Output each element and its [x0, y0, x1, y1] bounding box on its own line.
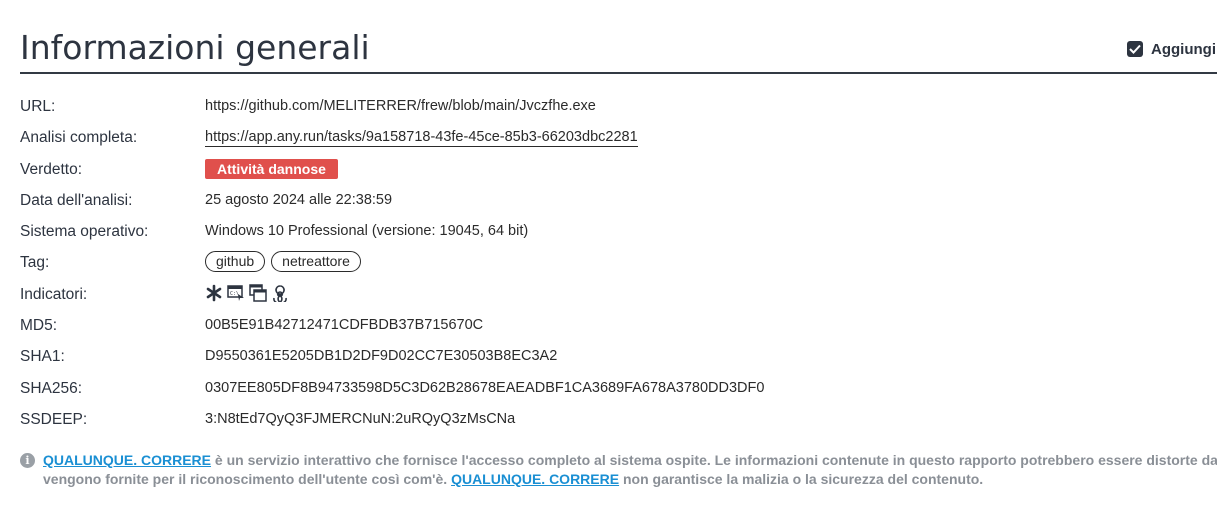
- anyrun-link-1[interactable]: QUALUNQUE. CORRERE: [43, 452, 211, 468]
- indicator-icons: C:\: [205, 284, 289, 302]
- anyrun-link-2[interactable]: QUALUNQUE. CORRERE: [451, 471, 619, 487]
- row-indicators: Indicatori: C:\: [20, 280, 1210, 311]
- row-sha1: SHA1: D9550361E5205DB1D2DF9D02CC7E30503B…: [20, 342, 1210, 373]
- row-verdict: Verdetto: Attività dannose: [20, 155, 1210, 186]
- row-ssdeep: SSDEEP: 3:N8tEd7QyQ3FJMERCNuN:2uRQyQ3zMs…: [20, 405, 1210, 436]
- biohazard-icon[interactable]: [271, 284, 289, 302]
- add-checkbox-label[interactable]: Aggiungi p: [1151, 41, 1217, 58]
- asterisk-icon[interactable]: [205, 284, 223, 302]
- checkbox-checked-icon[interactable]: [1127, 41, 1143, 57]
- indicators-label: Indicatori:: [20, 285, 88, 303]
- sha256-label: SHA256:: [20, 379, 83, 397]
- date-label: Data dell'analisi:: [20, 191, 133, 209]
- tags-label: Tag:: [20, 254, 50, 272]
- url-value: https://github.com/MELITERRER/frew/blob/…: [205, 98, 596, 114]
- svg-text:C:\: C:\: [230, 291, 239, 297]
- disclaimer-text-2: vengono fornite per il riconoscimento de…: [43, 471, 452, 487]
- ssdeep-value: 3:N8tEd7QyQ3FJMERCNuN:2uRQyQ3zMsCNa: [205, 410, 516, 427]
- analysis-link[interactable]: https://app.any.run/tasks/9a158718-43fe-…: [205, 129, 638, 148]
- sha256-value: 0307EE805DF8B94733598D5C3D62B28678EAEADB…: [205, 379, 765, 396]
- md5-label: MD5:: [20, 317, 58, 335]
- verdict-badge: Attività dannose: [205, 158, 338, 179]
- cmd-icon[interactable]: C:\: [227, 284, 245, 302]
- windows-icon[interactable]: [249, 284, 267, 302]
- analysis-label: Analisi completa:: [20, 129, 138, 147]
- add-checkbox-control[interactable]: Aggiungi p: [1127, 38, 1217, 60]
- disclaimer-text-3: non garantisce la malizia o la sicurezza…: [619, 471, 984, 487]
- disclaimer-line-2: vengono fornite per il riconoscimento de…: [43, 470, 983, 489]
- page-title: Informazioni generali: [20, 28, 370, 67]
- sha1-label: SHA1:: [20, 348, 65, 366]
- row-md5: MD5: 00B5E91B42712471CDFBDB37B715670C: [20, 311, 1210, 342]
- os-value: Windows 10 Professional (versione: 19045…: [205, 223, 529, 240]
- md5-value: 00B5E91B42712471CDFBDB37B715670C: [205, 317, 484, 334]
- tag-netreattore[interactable]: netreattore: [271, 251, 361, 273]
- row-analysis: Analisi completa: https://app.any.run/ta…: [20, 123, 1210, 154]
- row-date: Data dell'analisi: 25 agosto 2024 alle 2…: [20, 186, 1210, 217]
- row-tags: Tag: github netreattore: [20, 248, 1210, 279]
- info-table: URL: https://github.com/MELITERRER/frew/…: [20, 92, 1210, 436]
- date-value: 25 agosto 2024 alle 22:38:59: [205, 191, 393, 208]
- disclaimer-text-1: è un servizio interattivo che fornisce l…: [211, 452, 1217, 468]
- info-icon: i: [20, 453, 35, 468]
- row-os: Sistema operativo: Windows 10 Profession…: [20, 217, 1210, 248]
- tag-github[interactable]: github: [205, 251, 266, 273]
- section-header: Informazioni generali Aggiungi p: [20, 26, 1217, 74]
- url-label: URL:: [20, 98, 56, 115]
- row-url: URL: https://github.com/MELITERRER/frew/…: [20, 92, 1210, 123]
- ssdeep-label: SSDEEP:: [20, 410, 88, 428]
- tag-list: github netreattore: [205, 251, 361, 273]
- os-label: Sistema operativo:: [20, 223, 149, 241]
- verdict-label: Verdetto:: [20, 160, 83, 178]
- row-sha256: SHA256: 0307EE805DF8B94733598D5C3D62B286…: [20, 374, 1210, 405]
- sha1-value: D9550361E5205DB1D2DF9D02CC7E30503B8EC3A2: [205, 348, 558, 365]
- disclaimer-line-1: QUALUNQUE. CORRERE è un servizio interat…: [43, 451, 1217, 470]
